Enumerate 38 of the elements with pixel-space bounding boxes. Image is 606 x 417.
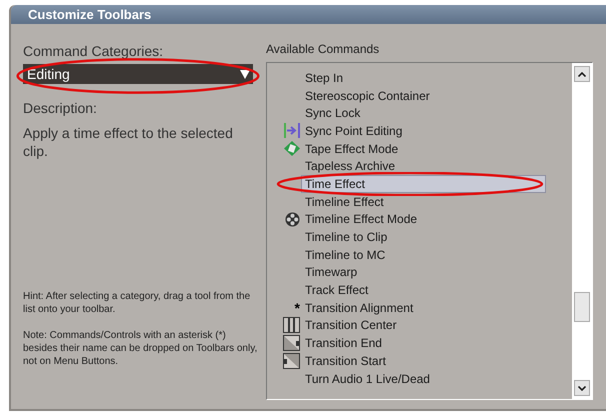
dropdown-caret-icon [240,70,250,78]
description-text: Apply a time effect to the selected clip. [23,124,234,160]
note-text: Note: Commands/Controls with an asterisk (*) besides their name can be dropped on Toolbars only, not on Menu Buttons. [23,329,258,368]
command-item[interactable]: Transition Center [301,316,398,334]
chevron-up-icon [578,72,586,76]
description-label: Description: [23,99,98,117]
transition-end-icon [283,335,300,352]
command-item[interactable]: Track Effect [301,281,370,300]
command-item[interactable]: Transition Alignment [301,298,414,317]
category-dropdown[interactable]: Editing [23,64,253,84]
categories-label: Command Categories: [23,42,164,60]
transition-start-icon [283,352,300,369]
command-item[interactable]: Timeline Effect Mode [301,210,418,228]
commands-label: Available Commands [266,42,380,57]
command-item[interactable]: Stereoscopic Container [301,86,431,105]
command-item[interactable]: Sync Point Editing [301,122,404,140]
sync-arrow-icon [284,123,300,138]
command-item[interactable]: Timeline to MC [301,246,386,264]
command-item[interactable]: Tape Effect Mode [301,140,400,158]
chevron-down-icon [578,386,586,390]
command-item[interactable]: Step In [301,68,344,87]
asterisk-mark: * [294,300,300,315]
command-item[interactable]: Turn Audio 1 Live/Dead [301,370,431,388]
scroll-down-button[interactable] [574,380,590,396]
command-item[interactable]: Transition Start [301,352,387,370]
film-reel-icon [285,212,300,227]
command-item[interactable]: Tapeless Archive [301,157,396,176]
window-title: Customize Toolbars [28,6,152,24]
scroll-up-button[interactable] [574,66,590,82]
tape-icon [284,141,300,156]
command-item[interactable]: Sync Lock [301,104,362,122]
hint-text: Hint: After selecting a category, drag a tool from the list onto your toolbar. [23,290,252,316]
command-item[interactable]: Timeline to Clip [301,228,388,246]
transition-center-icon [283,317,300,334]
scroll-thumb[interactable] [574,292,590,322]
command-item[interactable]: Transition End [301,334,383,352]
command-item[interactable]: Timeline Effect [301,192,385,211]
command-item[interactable]: Timewarp [301,263,358,282]
